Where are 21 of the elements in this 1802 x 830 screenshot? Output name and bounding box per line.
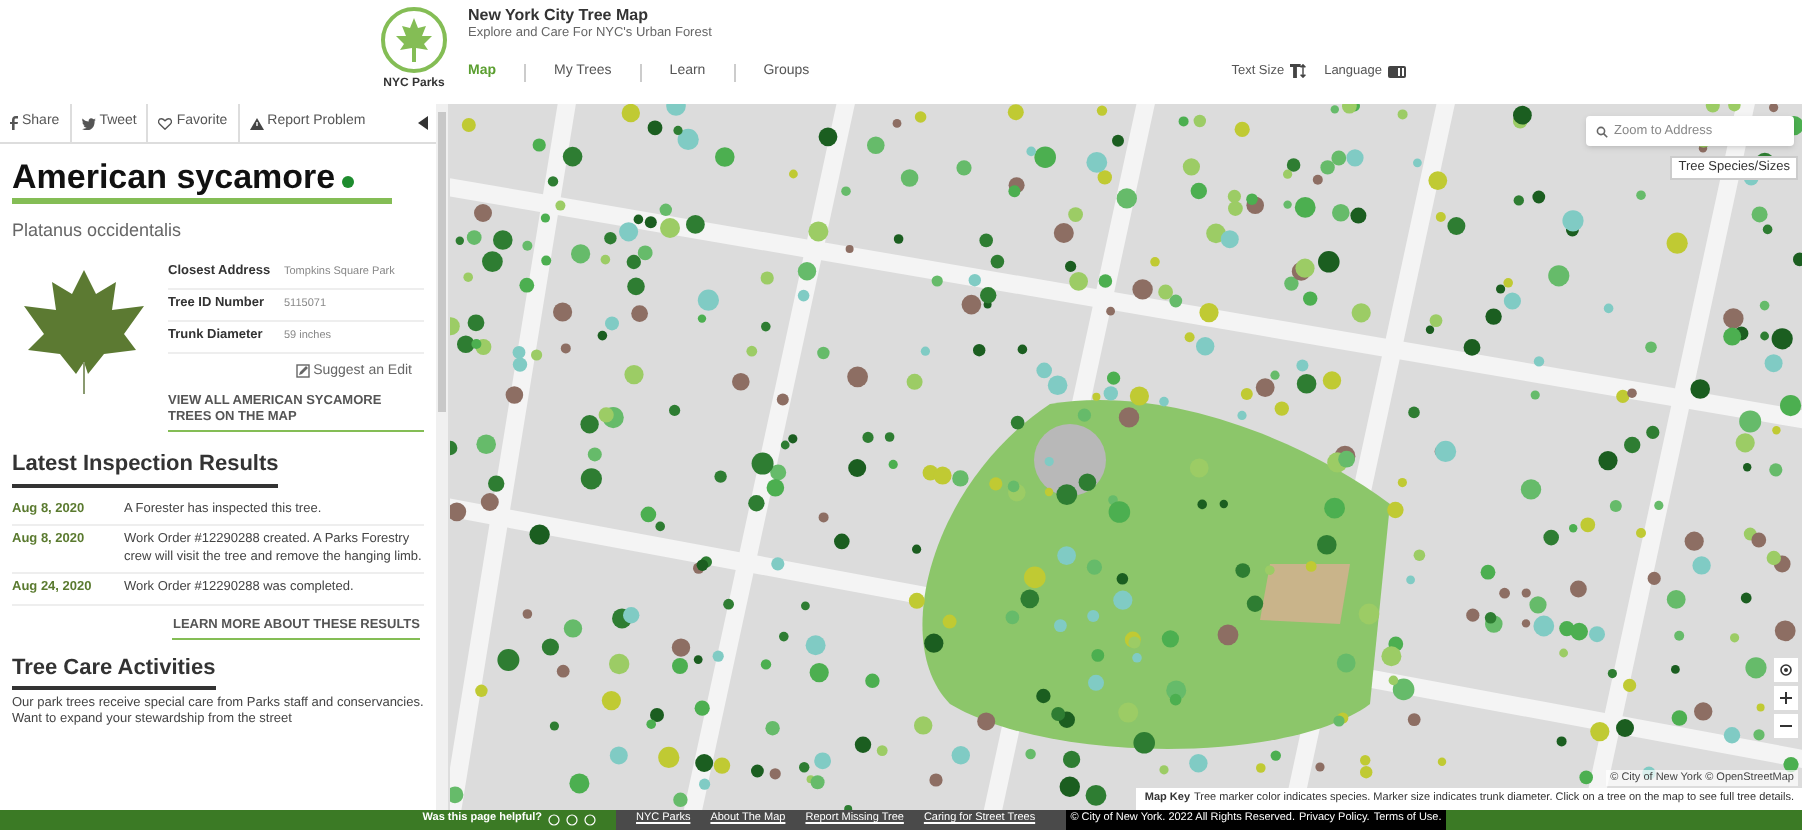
zoom-out-button[interactable] [1774,714,1798,738]
edit-icon[interactable] [295,364,310,379]
section-heading: Tree Care Activities [12,651,216,690]
locate-button[interactable] [1774,658,1798,682]
scientific-name: Platanus occidentalis [12,218,184,244]
warning-icon [249,117,264,129]
bird-icon [81,117,96,129]
text-size-icon[interactable] [1290,64,1309,79]
facebook-icon [10,116,18,130]
minus-icon [1780,724,1792,728]
scrollbar-thumb[interactable] [438,112,446,412]
plus-icon [1780,692,1792,704]
section-heading: Latest Inspection Results [12,448,279,488]
app-title: New York City Tree Map [468,6,650,26]
locate-icon [1778,662,1794,678]
heart-icon [158,117,173,129]
language-icon[interactable] [1388,65,1406,78]
collapse-icon[interactable] [418,116,428,130]
search-icon [1596,126,1608,138]
zoom-in-button[interactable] [1774,686,1798,710]
species-name: American sycamore [12,160,336,194]
